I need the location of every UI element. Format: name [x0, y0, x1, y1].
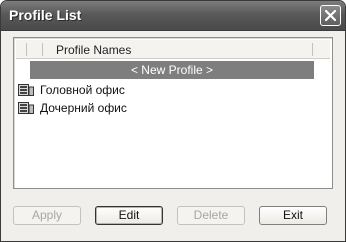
close-icon — [325, 10, 336, 21]
profile-list-dialog: Profile List Profile Names < New Profile… — [0, 0, 346, 242]
apply-button[interactable]: Apply — [13, 206, 81, 225]
office-server-icon — [18, 102, 34, 117]
list-item-label: Дочерний офис — [40, 101, 127, 115]
column-header-profile-names[interactable]: Profile Names — [56, 43, 131, 57]
exit-button[interactable]: Exit — [259, 206, 327, 225]
office-server-icon — [18, 84, 34, 99]
title-bar[interactable]: Profile List — [1, 1, 345, 31]
delete-button[interactable]: Delete — [177, 206, 245, 225]
list-item-label: Головной офис — [40, 83, 125, 97]
profile-list[interactable]: Profile Names < New Profile > Головной о… — [13, 37, 333, 189]
new-profile-label: < New Profile > — [130, 63, 214, 77]
list-header: Profile Names — [16, 40, 330, 59]
dialog-title: Profile List — [9, 7, 82, 23]
list-item[interactable]: Дочерний офис — [16, 99, 330, 117]
edit-button[interactable]: Edit — [95, 206, 163, 225]
close-button[interactable] — [320, 5, 341, 26]
list-item-new-profile[interactable]: < New Profile > — [30, 61, 314, 79]
list-item[interactable]: Головной офис — [16, 81, 330, 99]
